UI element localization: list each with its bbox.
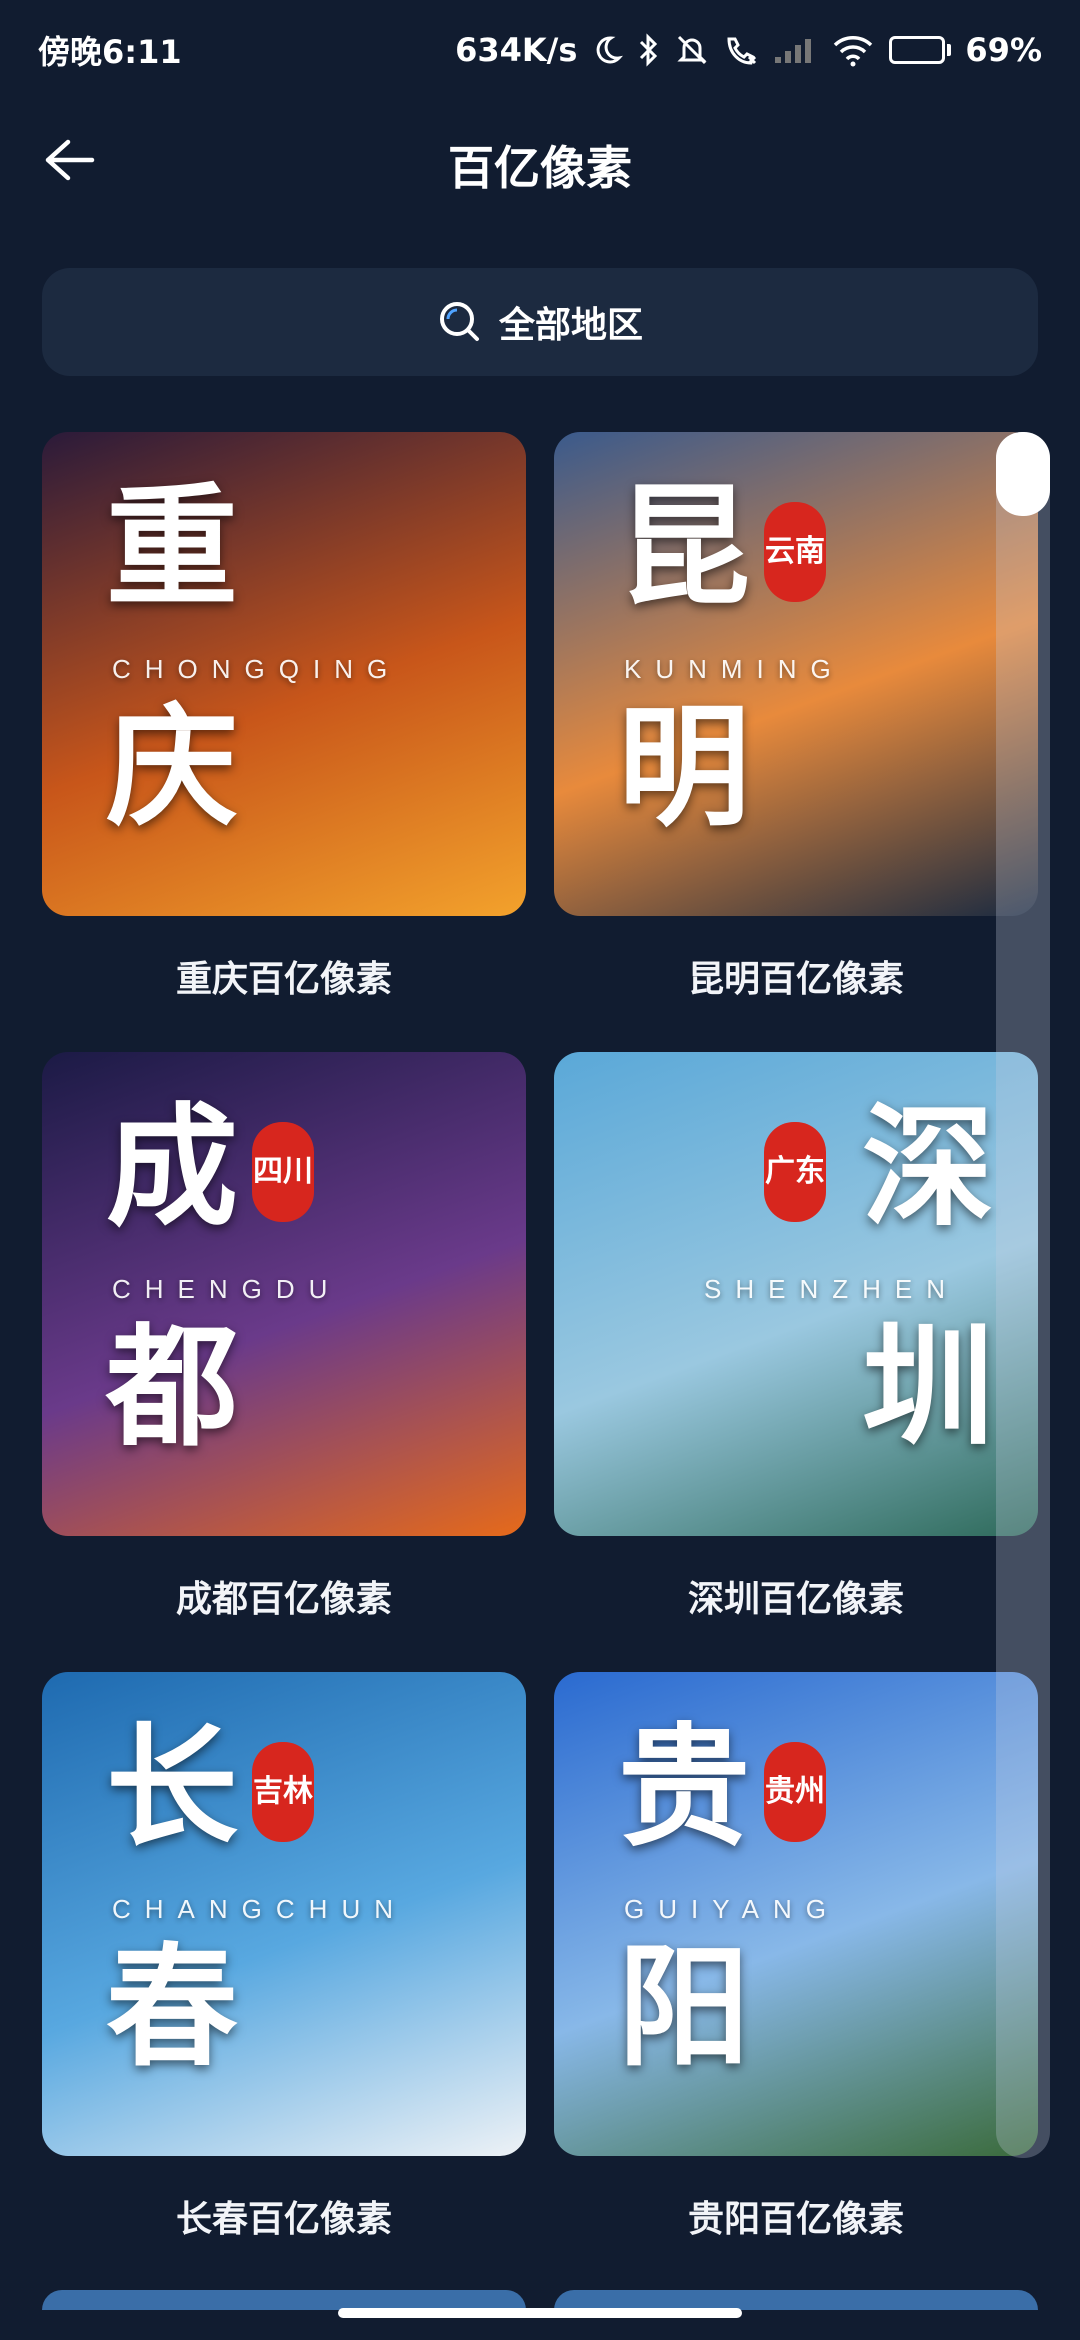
network-speed: 634K/s <box>455 31 578 69</box>
list-item-partial[interactable] <box>42 2290 526 2310</box>
city-caption[interactable]: 贵阳百亿像素 <box>554 2190 1038 2242</box>
province-seal: 四川 <box>252 1122 314 1222</box>
mute-bell-icon <box>677 35 708 65</box>
search-icon <box>439 302 479 341</box>
city-caption[interactable]: 长春百亿像素 <box>42 2190 526 2242</box>
city-char-bottom: 明 <box>618 690 750 845</box>
wifi-icon <box>834 36 873 67</box>
battery-percent: 69% <box>965 31 1042 69</box>
province-seal: 吉林 <box>252 1742 314 1842</box>
city-char-bottom: 圳 <box>862 1310 994 1465</box>
city-image[interactable]: 昆 KUNMING 明云南 <box>554 432 1038 916</box>
city-caption[interactable]: 重庆百亿像素 <box>42 950 526 1002</box>
city-caption[interactable]: 成都百亿像素 <box>42 1570 526 1622</box>
home-indicator[interactable] <box>338 2308 742 2318</box>
city-card[interactable]: 长 CHANGCHUN 春吉林长春百亿像素 <box>42 1672 526 2242</box>
moon-icon <box>597 36 624 64</box>
city-char-bottom: 都 <box>106 1310 238 1465</box>
province-seal: 云南 <box>764 502 826 602</box>
city-image[interactable]: 成 CHENGDU 都四川 <box>42 1052 526 1536</box>
scrollbar[interactable] <box>996 432 1050 2158</box>
city-image[interactable]: 重 CHONGQING 庆 <box>42 432 526 916</box>
list-item-partial[interactable] <box>554 2290 1038 2310</box>
city-image[interactable]: 长 CHANGCHUN 春吉林 <box>42 1672 526 2156</box>
header: 百亿像素 <box>0 110 1080 210</box>
city-image[interactable]: 贵 GUIYANG 阳贵州 <box>554 1672 1038 2156</box>
city-pinyin: CHENGDU <box>112 1274 342 1304</box>
city-pinyin: CHANGCHUN <box>112 1894 407 1924</box>
city-char-top: 贵 <box>618 1710 750 1865</box>
city-char-top: 昆 <box>618 470 750 625</box>
city-pinyin: SHENZHEN <box>704 1274 960 1304</box>
bluetooth-icon <box>640 33 658 67</box>
status-time: 傍晚6:11 <box>38 33 182 71</box>
city-caption[interactable]: 昆明百亿像素 <box>554 950 1038 1002</box>
search-label: 全部地区 <box>498 305 643 346</box>
city-pinyin: CHONGQING <box>112 654 402 684</box>
city-image[interactable]: 深 SHENZHEN 圳广东 <box>554 1052 1038 1536</box>
province-seal: 贵州 <box>764 1742 826 1842</box>
city-char-bottom: 庆 <box>106 690 238 845</box>
city-card[interactable]: 成 CHENGDU 都四川成都百亿像素 <box>42 1052 526 1622</box>
signal-icon <box>775 39 812 63</box>
city-card[interactable]: 贵 GUIYANG 阳贵州贵阳百亿像素 <box>554 1672 1038 2242</box>
scrollbar-thumb[interactable] <box>996 432 1050 516</box>
battery-icon <box>889 36 952 64</box>
status-bar: 傍晚6:11 634K/s 69% <box>0 0 1080 100</box>
province-seal: 广东 <box>764 1122 826 1222</box>
page-title: 百亿像素 <box>448 141 632 195</box>
city-char-top: 重 <box>106 470 238 625</box>
city-char-bottom: 春 <box>106 1930 238 2085</box>
city-pinyin: KUNMING <box>624 654 845 684</box>
city-card[interactable]: 昆 KUNMING 明云南昆明百亿像素 <box>554 432 1038 1002</box>
city-char-bottom: 阳 <box>618 1930 750 2085</box>
city-pinyin: GUIYANG <box>624 1894 840 1924</box>
city-caption[interactable]: 深圳百亿像素 <box>554 1570 1038 1622</box>
status-icons: 634K/s 69% <box>455 31 1042 69</box>
city-char-top: 深 <box>862 1090 994 1245</box>
city-card[interactable]: 深 SHENZHEN 圳广东深圳百亿像素 <box>554 1052 1038 1622</box>
city-char-top: 成 <box>106 1090 238 1245</box>
city-card[interactable]: 重 CHONGQING 庆重庆百亿像素 <box>42 432 526 1002</box>
city-char-top: 长 <box>106 1710 238 1865</box>
call-icon <box>727 37 757 65</box>
region-search-button[interactable]: 全部地区 <box>42 268 1038 376</box>
